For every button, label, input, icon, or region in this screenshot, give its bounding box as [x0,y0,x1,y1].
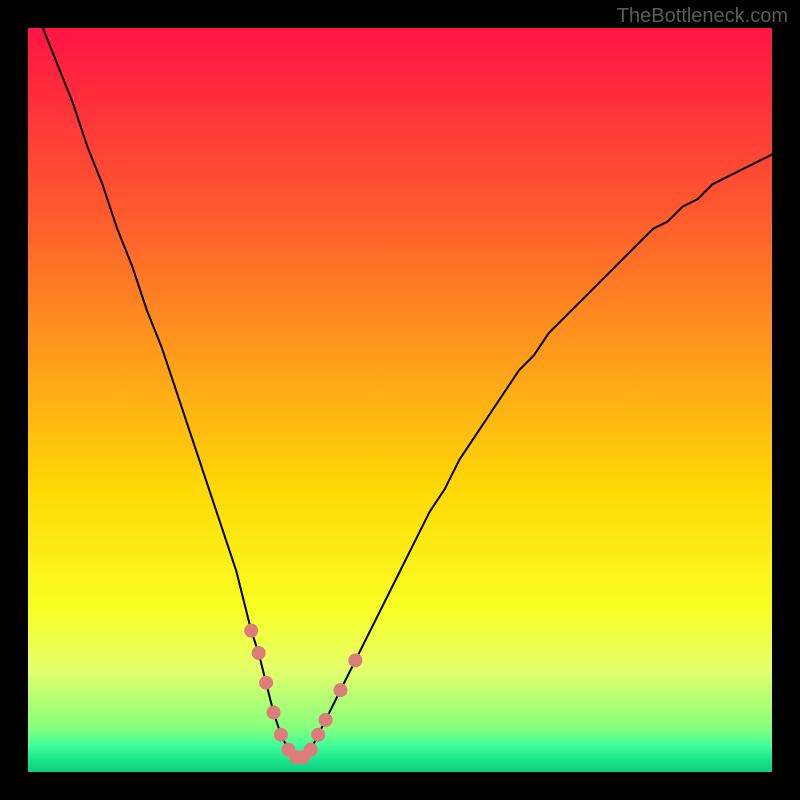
curve-marker [274,728,288,742]
curve-marker [333,683,347,697]
heatmap-background [28,28,772,772]
chart-frame: TheBottleneck.com [0,0,800,800]
watermark-text: TheBottleneck.com [617,5,788,28]
curve-marker [304,743,318,757]
curve-marker [267,705,281,719]
curve-marker [252,646,266,660]
plot-area [28,28,772,772]
bottleneck-curve-chart [28,28,772,772]
curve-marker [348,653,362,667]
curve-marker [259,676,273,690]
curve-marker [311,728,325,742]
curve-marker [244,624,258,638]
curve-marker [319,713,333,727]
